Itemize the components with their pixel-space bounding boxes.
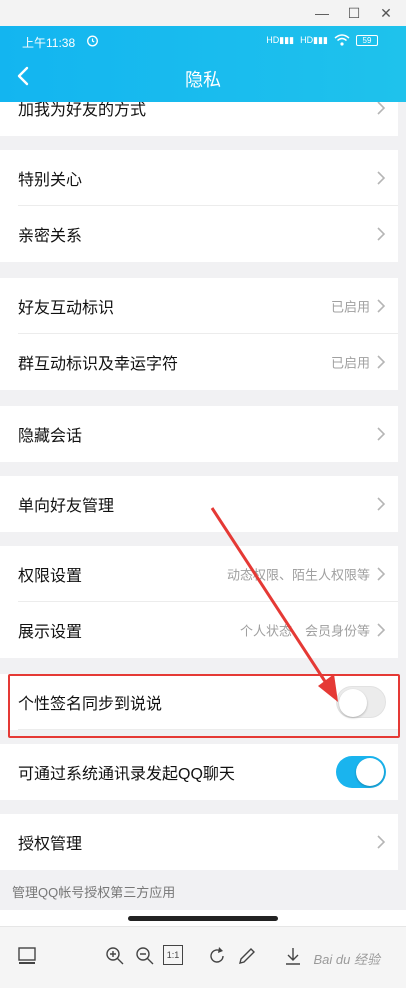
row-one-way-friends[interactable]: 单向好友管理 bbox=[0, 476, 398, 532]
row-group-interaction[interactable]: 群互动标识及幸运字符 已启用 bbox=[0, 334, 398, 390]
battery-icon: 59 bbox=[356, 34, 378, 46]
row-label: 加我为好友的方式 bbox=[18, 102, 147, 119]
viewer-toolbar: 1:1 Bai du 经验 bbox=[0, 926, 406, 988]
row-special-care[interactable]: 特别关心 bbox=[0, 150, 398, 206]
row-label: 好友互动标识 bbox=[18, 300, 115, 317]
wifi-icon bbox=[334, 34, 350, 46]
row-label: 授权管理 bbox=[18, 836, 83, 853]
annotation-highlight-box bbox=[8, 674, 400, 738]
zoom-out-icon[interactable] bbox=[134, 945, 156, 967]
close-icon[interactable]: ✕ bbox=[376, 3, 396, 23]
chevron-right-icon bbox=[377, 171, 386, 185]
rotate-icon[interactable] bbox=[206, 945, 228, 967]
row-label: 单向好友管理 bbox=[18, 498, 115, 515]
signal-icon-2: HD▮▮▮ bbox=[300, 34, 328, 45]
row-label: 权限设置 bbox=[18, 568, 83, 585]
row-value: 已启用 bbox=[330, 299, 370, 315]
thumbnail-icon[interactable] bbox=[16, 945, 38, 967]
watermark: Bai du 经验 bbox=[313, 952, 380, 967]
row-label: 展示设置 bbox=[18, 624, 83, 641]
actual-size-button[interactable]: 1:1 bbox=[163, 945, 183, 965]
row-contacts-chat[interactable]: 可通过系统通讯录发起QQ聊天 bbox=[0, 744, 398, 800]
row-value: 动态权限、陌生人权限等 bbox=[226, 567, 370, 583]
row-display-settings[interactable]: 展示设置 个人状态、会员身份等 bbox=[0, 602, 398, 658]
row-value: 个人状态、会员身份等 bbox=[239, 623, 370, 639]
chevron-right-icon bbox=[377, 102, 386, 115]
chevron-right-icon bbox=[377, 497, 386, 511]
edit-icon[interactable] bbox=[236, 945, 258, 967]
row-label: 特别关心 bbox=[18, 172, 83, 189]
row-value: 已启用 bbox=[330, 355, 370, 371]
status-indicators: HD▮▮▮ HD▮▮▮ 59 bbox=[266, 34, 378, 46]
row-label: 群互动标识及幸运字符 bbox=[18, 356, 179, 373]
signal-icon: HD▮▮▮ bbox=[266, 34, 295, 45]
row-label: 可通过系统通讯录发起QQ聊天 bbox=[18, 766, 235, 783]
chevron-right-icon bbox=[377, 299, 386, 313]
maximize-icon[interactable]: ☐ bbox=[344, 3, 364, 23]
row-permission-settings[interactable]: 权限设置 动态权限、陌生人权限等 bbox=[0, 546, 398, 602]
row-authorization[interactable]: 授权管理 bbox=[0, 814, 398, 870]
window-title-bar: — ☐ ✕ bbox=[0, 0, 406, 26]
chevron-right-icon bbox=[377, 835, 386, 849]
signal-label-2: HD bbox=[300, 34, 314, 45]
row-add-friend-method[interactable]: 加我为好友的方式 bbox=[0, 102, 398, 136]
chevron-right-icon bbox=[377, 567, 386, 581]
row-label: 亲密关系 bbox=[18, 228, 83, 245]
toggle-knob bbox=[356, 758, 384, 786]
zoom-in-icon[interactable] bbox=[104, 945, 126, 967]
chevron-right-icon bbox=[377, 227, 386, 241]
row-hide-chat[interactable]: 隐藏会话 bbox=[0, 406, 398, 462]
download-icon[interactable] bbox=[282, 945, 304, 967]
minimize-icon[interactable]: — bbox=[312, 3, 332, 23]
authorization-note: 管理QQ帐号授权第三方应用 bbox=[12, 885, 176, 900]
page-title: 隐私 bbox=[185, 70, 221, 90]
row-label: 隐藏会话 bbox=[18, 428, 83, 445]
contacts-chat-toggle[interactable] bbox=[336, 756, 386, 788]
chevron-right-icon bbox=[377, 623, 386, 637]
row-intimate-relation[interactable]: 亲密关系 bbox=[0, 206, 398, 262]
alarm-icon bbox=[87, 35, 98, 47]
settings-list: 加我为好友的方式 特别关心 亲密关系 好友互动标识 已启用 群互动标识及幸运字符… bbox=[0, 102, 406, 910]
row-friend-interaction[interactable]: 好友互动标识 已启用 bbox=[0, 278, 398, 334]
home-indicator bbox=[128, 916, 278, 921]
app-header: 上午11:38 HD▮▮▮ HD▮▮▮ 59 隐私 bbox=[0, 26, 406, 102]
chevron-right-icon bbox=[377, 355, 386, 369]
status-time: 上午11:38 bbox=[22, 36, 76, 50]
signal-label: HD bbox=[266, 34, 280, 45]
chevron-right-icon bbox=[377, 427, 386, 441]
